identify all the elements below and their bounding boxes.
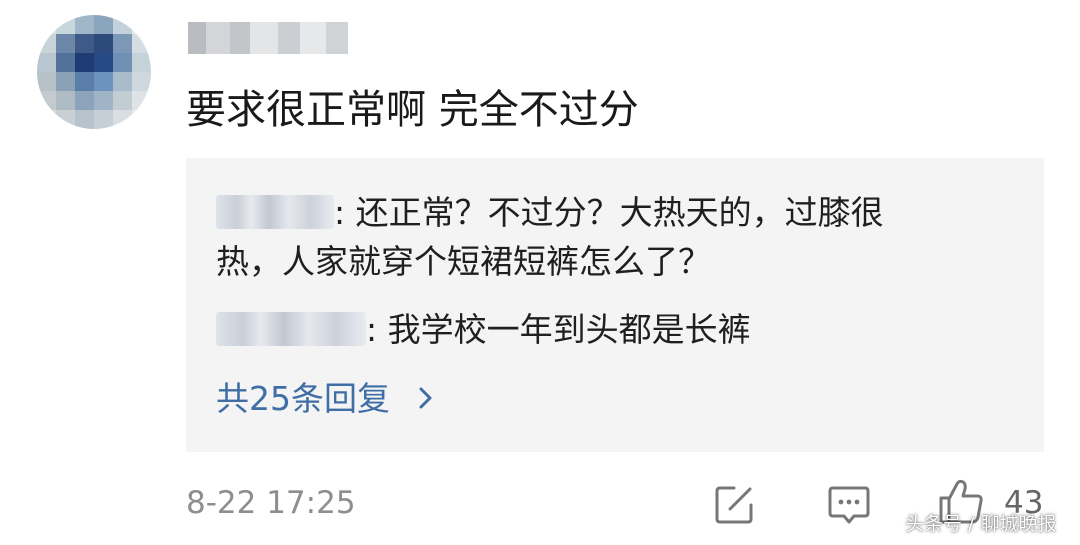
reply-item[interactable]: : 我学校一年到头都是长裤 [216, 305, 751, 354]
comment-icon[interactable] [827, 484, 871, 528]
reply-author-name[interactable] [216, 194, 334, 229]
share-icon[interactable] [713, 484, 755, 526]
reply-item[interactable]: : 还正常？不过分？大热天的，过膝很 热，人家就穿个短裙短裤怎么了？ [216, 188, 884, 286]
view-all-replies-link[interactable]: 共25条回复 [216, 374, 437, 424]
reply-text: 还正常？不过分？大热天的，过膝很 [355, 193, 884, 232]
comment-timestamp: 8-22 17:25 [186, 485, 356, 521]
comment-text: 要求很正常啊 完全不过分 [186, 87, 639, 133]
avatar[interactable] [37, 15, 151, 129]
reply-author-name[interactable] [216, 311, 366, 346]
reply-text: 我学校一年到头都是长裤 [387, 310, 751, 349]
reply-separator: : [366, 310, 378, 349]
reply-text-continued: 热，人家就穿个短裙短裤怎么了？ [216, 242, 711, 281]
chevron-right-icon [419, 387, 431, 408]
replies-panel[interactable]: : 还正常？不过分？大热天的，过膝很 热，人家就穿个短裙短裤怎么了？ : 我学校… [186, 158, 1044, 452]
reply-separator: : [334, 193, 346, 232]
watermark: 头条号 / 聊城晚报 [905, 513, 1057, 535]
username[interactable] [188, 22, 348, 54]
view-all-replies-label: 共25条回复 [216, 379, 390, 418]
